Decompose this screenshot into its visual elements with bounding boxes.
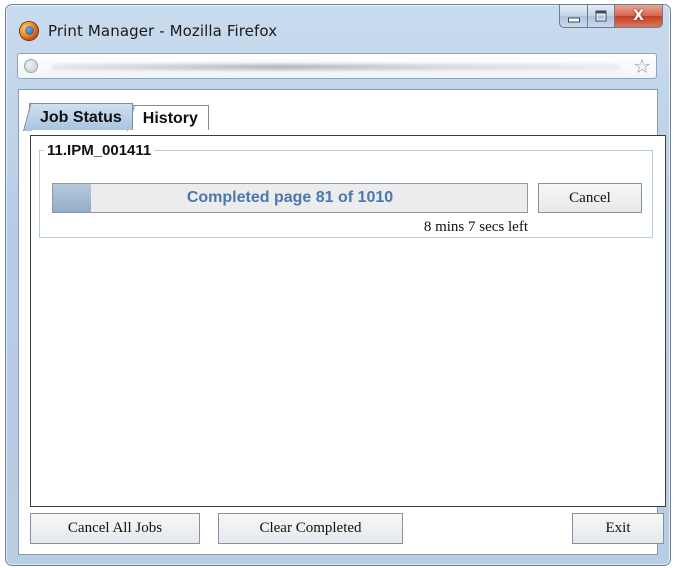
close-button[interactable]: X <box>615 5 663 28</box>
print-job-group: 11.IPM_001411 Completed page 81 of 1010 … <box>39 142 653 238</box>
address-text-blurred <box>52 64 620 70</box>
bookmark-star-icon[interactable]: ☆ <box>633 55 651 77</box>
tab-bar: Job Status History <box>29 103 209 130</box>
job-progress-bar: Completed page 81 of 1010 <box>52 183 528 213</box>
cancel-job-button[interactable]: Cancel <box>538 183 642 213</box>
tab-job-status[interactable]: Job Status <box>29 103 133 130</box>
maximize-button[interactable] <box>588 5 615 28</box>
firefox-icon <box>20 22 38 40</box>
window-title: Print Manager - Mozilla Firefox <box>48 22 278 40</box>
minimize-icon <box>567 17 580 23</box>
minimize-button[interactable] <box>559 5 588 28</box>
tab-history[interactable]: History <box>131 105 209 130</box>
cancel-all-jobs-button[interactable]: Cancel All Jobs <box>30 513 200 544</box>
maximize-icon <box>595 10 607 22</box>
window-controls: X <box>559 5 663 28</box>
globe-icon <box>24 59 38 73</box>
address-bar[interactable]: ☆ <box>17 53 657 79</box>
job-name: 11.IPM_001411 <box>47 142 152 159</box>
job-status-panel: 11.IPM_001411 Completed page 81 of 1010 … <box>30 135 666 507</box>
time-remaining: 8 mins 7 secs left <box>423 219 528 235</box>
close-icon: X <box>633 8 644 24</box>
progress-text: Completed page 81 of 1010 <box>186 189 394 206</box>
title-bar[interactable]: Print Manager - Mozilla Firefox X <box>6 5 670 43</box>
exit-button[interactable]: Exit <box>572 513 664 544</box>
clear-completed-button[interactable]: Clear Completed <box>218 513 403 544</box>
